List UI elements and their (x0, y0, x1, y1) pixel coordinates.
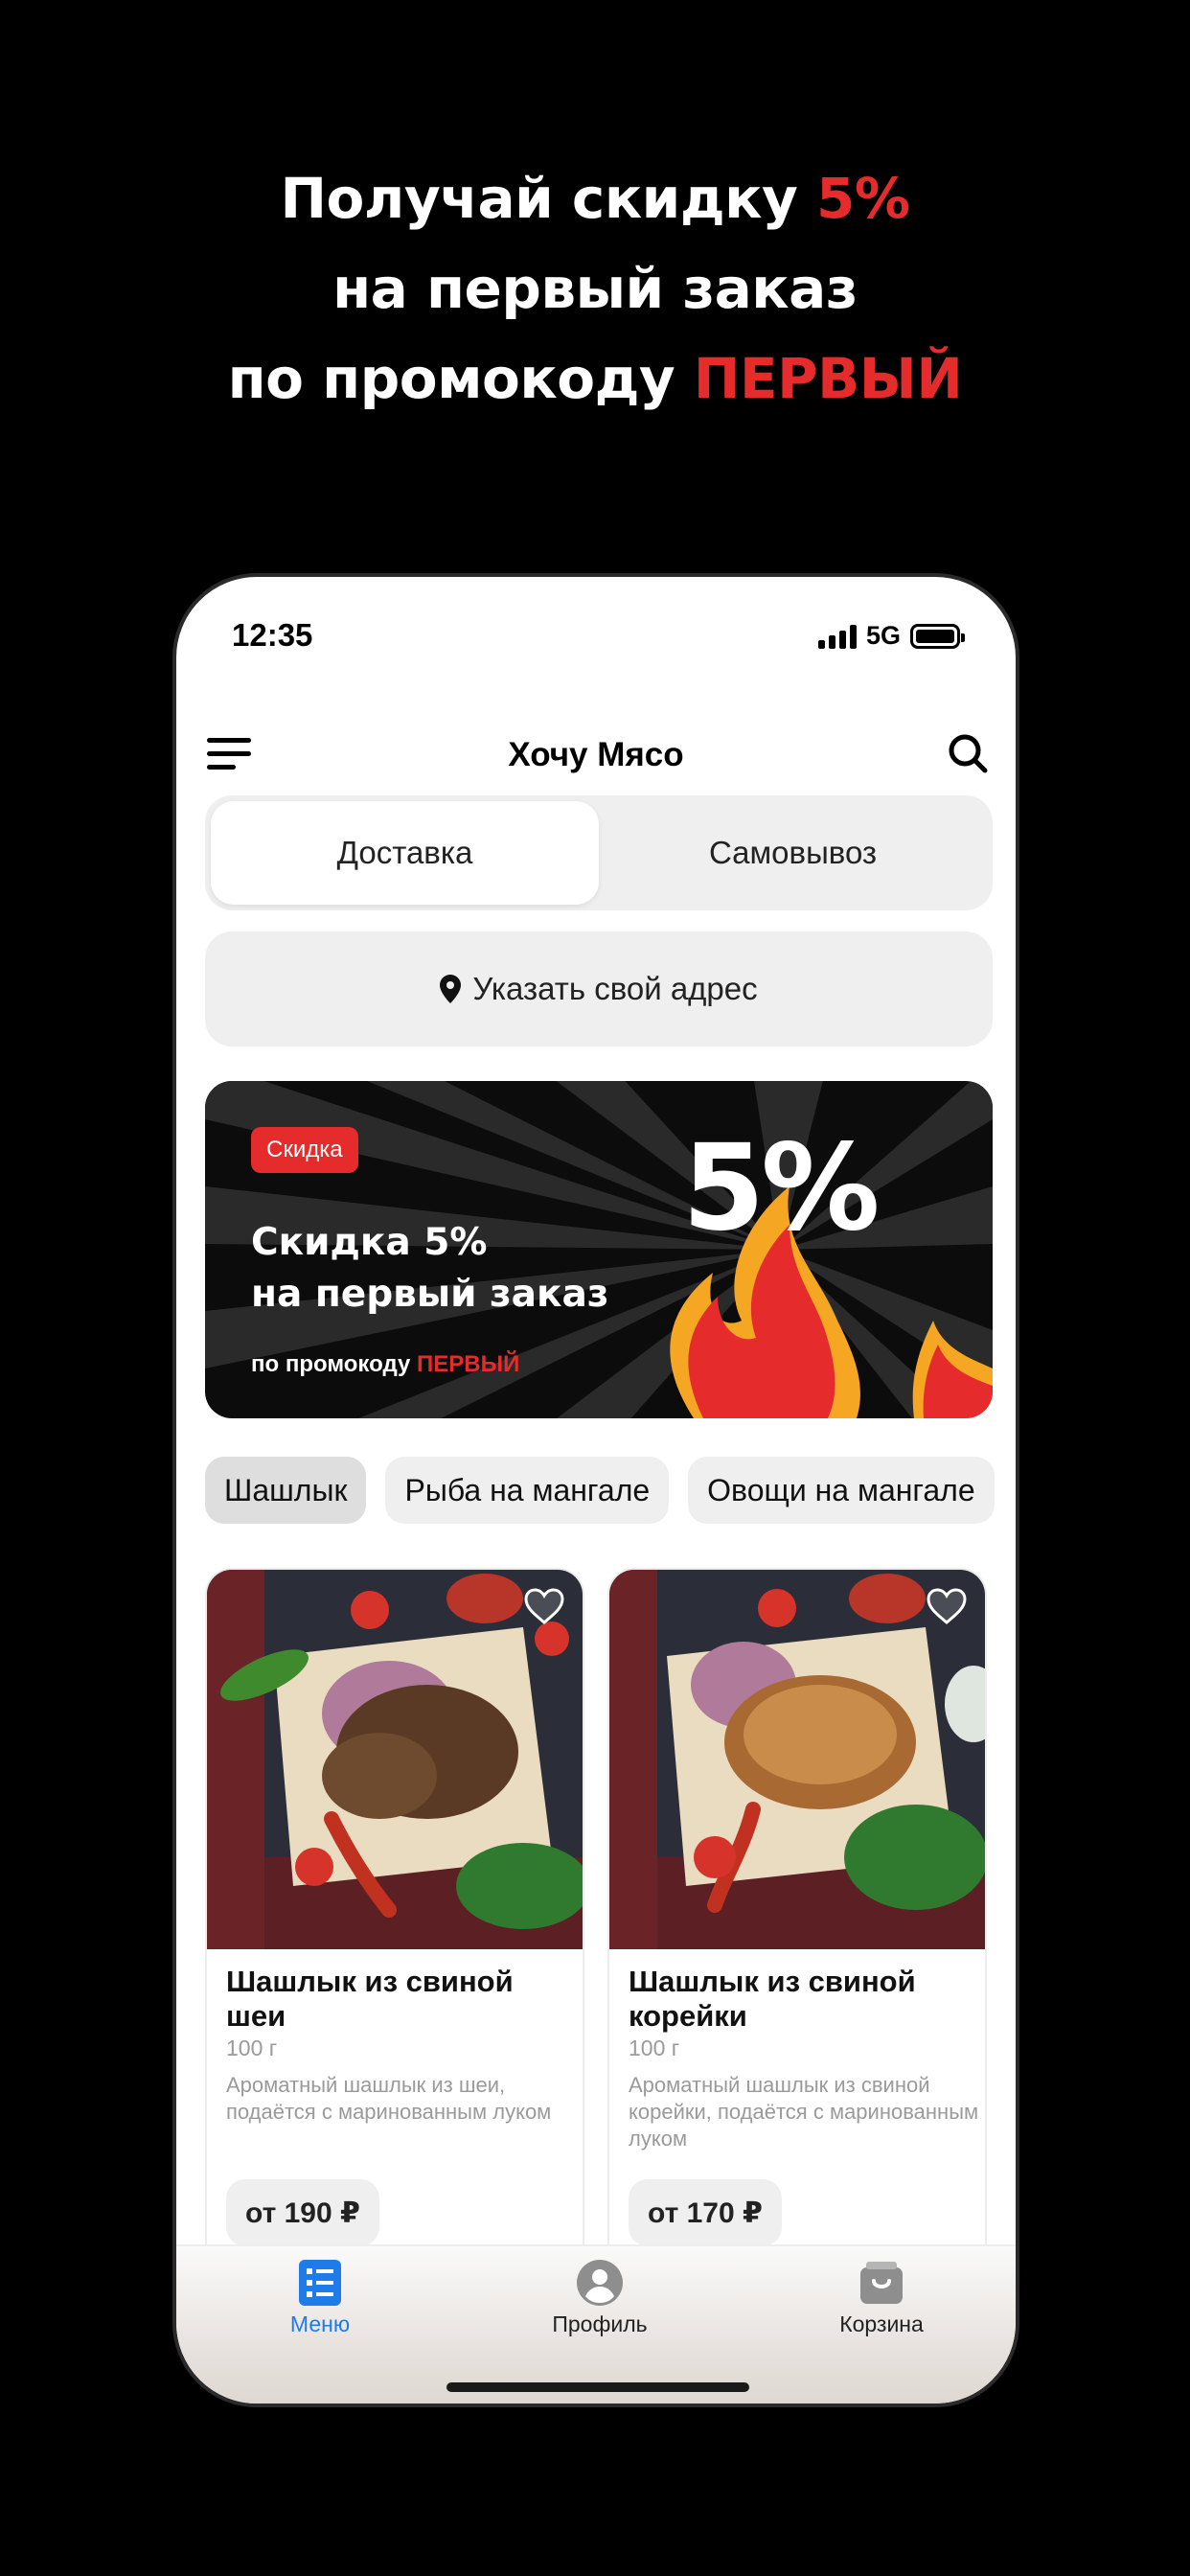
tab-profile-label: Профиль (552, 2312, 648, 2336)
category-chip-fish[interactable]: Рыба на мангале (385, 1457, 670, 1524)
address-button[interactable]: Указать свой адрес (205, 932, 993, 1046)
tab-cart-label: Корзина (839, 2312, 924, 2336)
tab-cart[interactable]: Корзина (767, 2260, 996, 2337)
product-description: Ароматный шашлык из свиной корейки, пода… (629, 2073, 979, 2150)
product-weight: 100 г (629, 2036, 680, 2060)
product-price-button[interactable]: от 170 ₽ (629, 2179, 782, 2246)
network-label: 5G (865, 621, 901, 650)
product-image (609, 1570, 985, 1949)
pickup-option[interactable]: Самовывоз (599, 801, 987, 905)
cart-icon (860, 2262, 903, 2304)
promo-headline: Получай скидку 5% на первый заказ по про… (0, 153, 1190, 424)
product-image (207, 1570, 583, 1949)
location-pin-icon (440, 975, 462, 1003)
promo-line-2: на первый заказ (332, 256, 858, 321)
product-card[interactable]: Шашлык из свиной корейки 100 г Ароматный… (607, 1568, 987, 2277)
promo-line-1: Получай скидку 5% (0, 153, 1190, 243)
product-weight: 100 г (226, 2036, 278, 2060)
address-label: Указать свой адрес (472, 971, 758, 1006)
product-price-button[interactable]: от 190 ₽ (226, 2179, 379, 2246)
banner-title-line-1: Скидка 5% (251, 1221, 488, 1264)
menu-list-icon (299, 2260, 341, 2306)
tab-profile[interactable]: Профиль (485, 2260, 715, 2337)
tab-menu-label: Меню (289, 2312, 351, 2336)
status-icons: 5G (817, 621, 965, 651)
favorite-heart-icon[interactable] (926, 1587, 968, 1625)
promo-line-3-text: по промокоду (227, 346, 694, 411)
banner-subtitle: по промокоду ПЕРВЫЙ (251, 1351, 519, 1378)
promo-banner[interactable]: Скидка 5% Скидка 5% на первый заказ по п… (205, 1081, 993, 1418)
profile-icon (577, 2260, 623, 2306)
delivery-option[interactable]: Доставка (211, 801, 599, 905)
promo-line-1-text: Получай скидку (280, 166, 817, 231)
app-title: Хочу Мясо (508, 736, 684, 773)
banner-promo-code: ПЕРВЫЙ (417, 1351, 520, 1377)
category-chip-vegetables[interactable]: Овощи на мангале (688, 1457, 995, 1524)
banner-title: Скидка 5% на первый заказ (251, 1217, 608, 1321)
product-title: Шашлык из свиной шеи (226, 1965, 514, 2033)
banner-title-line-2: на первый заказ (251, 1273, 609, 1316)
category-chips: Шашлык Рыба на мангале Овощи на мангале (205, 1457, 995, 1524)
category-chip-shashlik[interactable]: Шашлык (205, 1457, 367, 1524)
status-time: 12:35 (232, 617, 313, 653)
promo-line-3: по промокоду ПЕРВЫЙ (0, 334, 1190, 424)
search-icon[interactable] (947, 732, 989, 774)
tab-menu[interactable]: Меню (205, 2260, 435, 2337)
product-title: Шашлык из свиной корейки (629, 1965, 916, 2033)
banner-badge: Скидка (251, 1127, 358, 1173)
delivery-mode-toggle: Доставка Самовывоз (205, 795, 993, 910)
battery-icon (910, 623, 965, 649)
status-bar: 12:35 5G (176, 577, 1016, 692)
app-header: Хочу Мясо (176, 702, 1016, 807)
home-indicator[interactable] (446, 2382, 749, 2392)
favorite-heart-icon[interactable] (523, 1587, 565, 1625)
banner-subtitle-text: по промокоду (251, 1351, 418, 1377)
promo-discount-highlight: 5% (816, 166, 910, 231)
product-card[interactable]: Шашлык из свиной шеи 100 г Ароматный шаш… (205, 1568, 584, 2277)
product-list: Шашлык из свиной шеи 100 г Ароматный шаш… (205, 1568, 987, 2277)
promo-code-highlight: ПЕРВЫЙ (693, 346, 963, 411)
signal-icon (817, 624, 857, 649)
banner-big-percent: 5% (682, 1119, 881, 1257)
product-description: Ароматный шашлык из шеи, подаётся с мари… (226, 2073, 552, 2124)
phone-frame: 12:35 5G Хочу Мясо Доставка Самовывоз Ук… (172, 573, 1019, 2407)
